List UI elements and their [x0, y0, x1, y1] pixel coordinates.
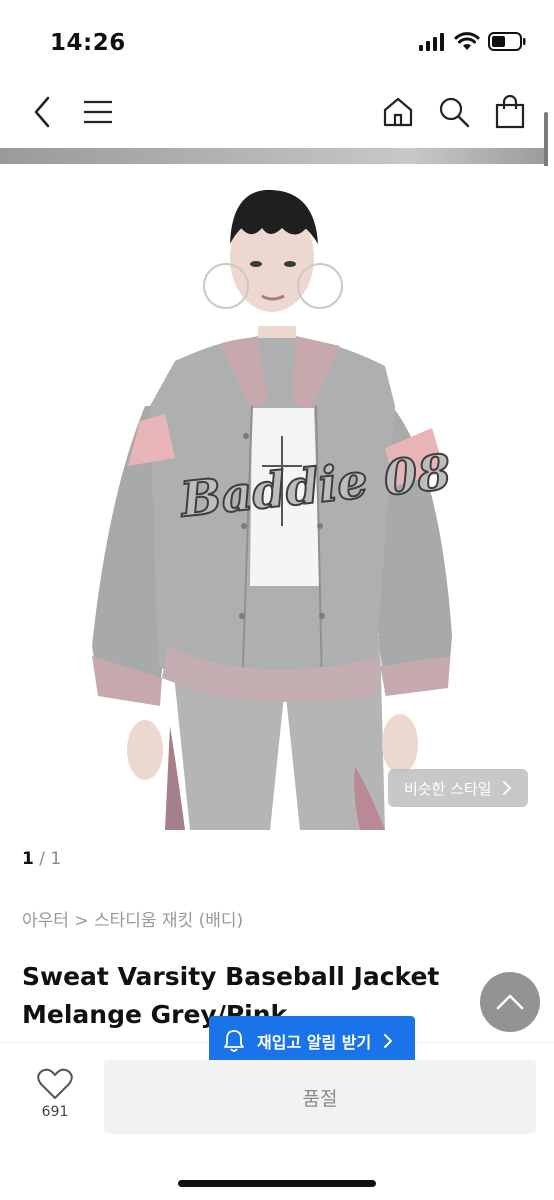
menu-icon [84, 100, 112, 124]
similar-style-label: 비슷한 스타일 [404, 779, 492, 798]
like-button[interactable]: 691 [30, 1068, 80, 1120]
home-button[interactable] [378, 92, 418, 132]
soldout-button: 품절 [104, 1060, 536, 1134]
search-icon [439, 97, 470, 128]
nav-bar [0, 84, 554, 140]
chevron-right-icon [502, 781, 511, 795]
image-counter-current: 1 [22, 849, 34, 869]
menu-button[interactable] [78, 92, 118, 132]
restock-alert-label: 재입고 알림 받기 [257, 1033, 372, 1052]
status-bar: 14:26 [0, 0, 554, 80]
back-icon [34, 96, 50, 128]
cart-button[interactable] [490, 92, 530, 132]
home-icon [383, 97, 413, 127]
image-counter-total: 1 [50, 849, 62, 869]
search-button[interactable] [434, 92, 474, 132]
status-time: 14:26 [50, 30, 126, 56]
image-counter-separator: / [39, 849, 45, 869]
bell-icon [224, 1030, 244, 1052]
battery-icon [488, 32, 526, 51]
promo-banner-strip[interactable] [0, 148, 548, 164]
model-photo: Baddie 08 [92, 189, 454, 830]
like-count: 691 [41, 1104, 69, 1120]
similar-style-button[interactable]: 비슷한 스타일 [388, 769, 528, 807]
shopping-bag-icon [495, 95, 525, 129]
wifi-icon [454, 32, 480, 50]
product-image[interactable]: Baddie 08 [0, 166, 554, 830]
breadcrumb[interactable]: 아우터 > 스타디움 재킷 (배디) [22, 906, 243, 931]
signal-icon [419, 32, 444, 51]
status-icons [418, 32, 526, 51]
chevron-up-icon [496, 994, 524, 1010]
image-counter: 1 / 1 [22, 849, 61, 869]
restock-alert-button[interactable]: 재입고 알림 받기 [209, 1016, 416, 1074]
home-indicator[interactable] [178, 1180, 376, 1187]
chevron-right-icon [384, 1034, 393, 1048]
heart-icon [37, 1068, 73, 1099]
back-button[interactable] [22, 92, 62, 132]
scroll-to-top-button[interactable] [480, 972, 540, 1032]
